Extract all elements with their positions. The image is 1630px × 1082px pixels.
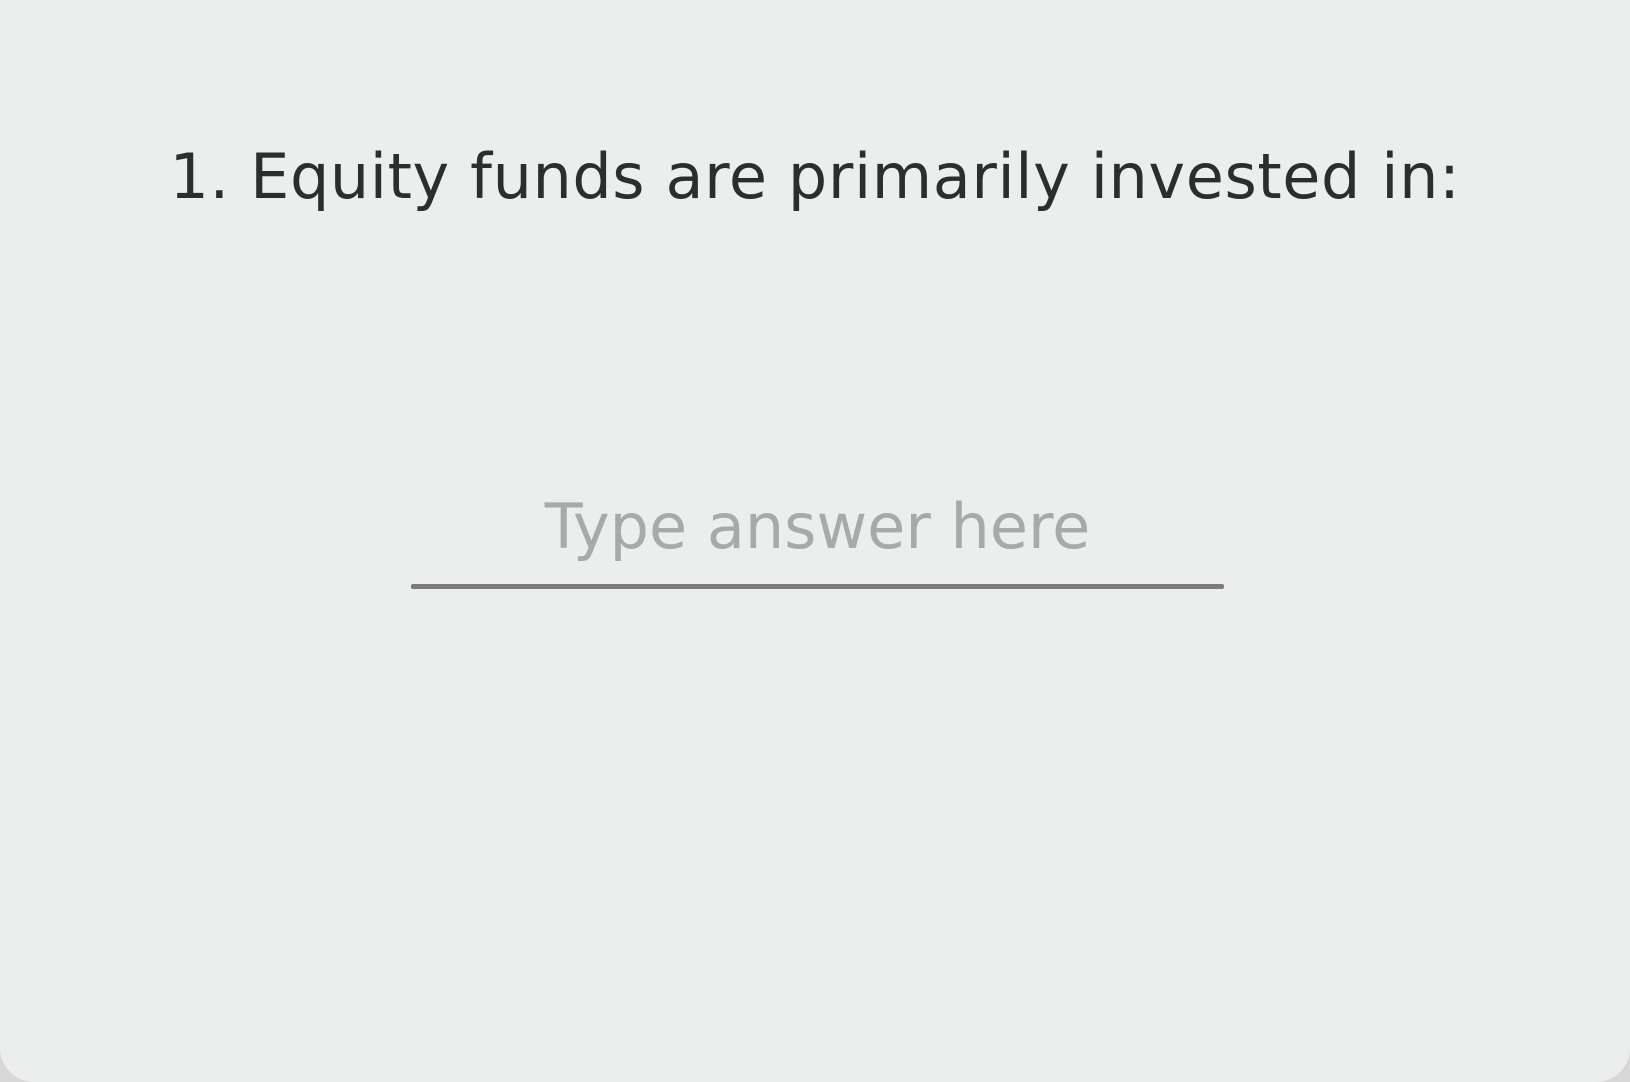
answer-input[interactable]: [411, 470, 1224, 582]
answer-underline: [411, 584, 1224, 589]
question-card: 1. Equity funds are primarily invested i…: [0, 0, 1630, 1082]
question-text: 1. Equity funds are primarily invested i…: [169, 140, 1461, 213]
answer-field-container: [411, 470, 1224, 590]
